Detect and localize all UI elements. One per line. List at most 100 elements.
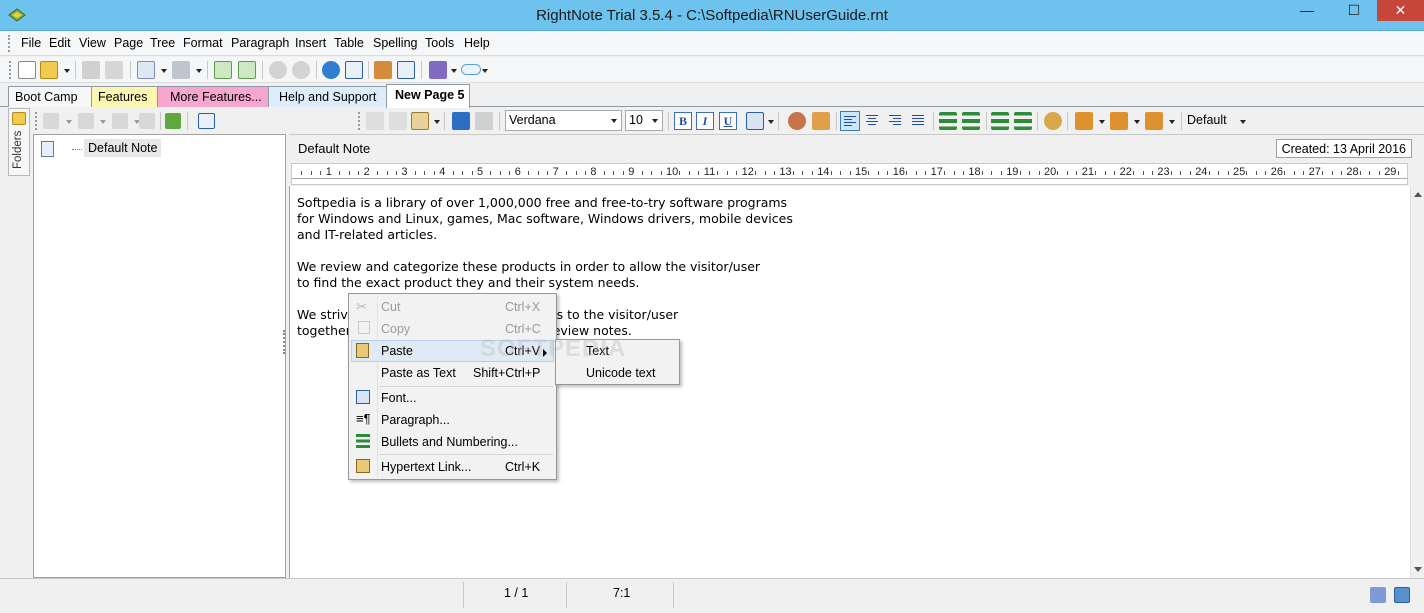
- menu-paragraph[interactable]: Paragraph: [231, 36, 289, 50]
- close-button[interactable]: ✕: [1377, 0, 1424, 21]
- menu-format[interactable]: Format: [183, 36, 223, 50]
- cloud-icon[interactable]: [461, 64, 481, 75]
- import-icon[interactable]: [214, 61, 232, 79]
- menu-item-cut[interactable]: ✂ Cut Ctrl+X: [351, 296, 554, 318]
- style-a-dropdown-icon[interactable]: [1099, 120, 1105, 124]
- menu-help[interactable]: Help: [464, 36, 490, 50]
- style-dropdown-icon[interactable]: [1240, 120, 1246, 124]
- menu-insert[interactable]: Insert: [295, 36, 326, 50]
- align-left-button[interactable]: [840, 111, 860, 131]
- lock-icon[interactable]: [105, 61, 123, 79]
- menu-tree[interactable]: Tree: [150, 36, 175, 50]
- menu-item-font[interactable]: Font...: [351, 387, 554, 409]
- menu-page[interactable]: Page: [114, 36, 143, 50]
- menu-item-hyperlink[interactable]: Hypertext Link... Ctrl+K: [351, 456, 554, 478]
- minimize-button[interactable]: —: [1284, 0, 1330, 21]
- menu-spelling[interactable]: Spelling: [373, 36, 417, 50]
- tag-icon[interactable]: [429, 61, 447, 79]
- scroll-up-icon[interactable]: [1414, 192, 1422, 197]
- menu-table[interactable]: Table: [334, 36, 364, 50]
- bullets-icon[interactable]: [939, 112, 957, 130]
- align-center-button[interactable]: [863, 111, 883, 131]
- settings-icon[interactable]: [374, 61, 392, 79]
- ruler-tick: [1066, 171, 1068, 175]
- ruler-number: 24: [1195, 166, 1208, 178]
- back-icon[interactable]: [269, 61, 287, 79]
- maximize-button[interactable]: ☐: [1331, 0, 1377, 21]
- numbering-icon[interactable]: [962, 112, 980, 130]
- search-icon[interactable]: [322, 61, 340, 79]
- add-child-icon[interactable]: [78, 113, 94, 129]
- paste-dropdown-icon[interactable]: [434, 120, 440, 124]
- add-child-dropdown-icon[interactable]: [100, 120, 106, 124]
- folders-tab[interactable]: Folders: [8, 108, 30, 176]
- style-a-icon[interactable]: [1075, 112, 1093, 130]
- menu-edit[interactable]: Edit: [49, 36, 71, 50]
- print-preview-icon[interactable]: [137, 61, 155, 79]
- tree-item-default-note[interactable]: Default Note: [84, 139, 162, 157]
- preview-dropdown-icon[interactable]: [161, 69, 167, 73]
- print-dropdown-icon[interactable]: [196, 69, 202, 73]
- scroll-down-icon[interactable]: [1414, 567, 1422, 572]
- view-panel-icon[interactable]: [345, 61, 363, 79]
- paint-icon[interactable]: [1044, 112, 1062, 130]
- paste-icon[interactable]: [411, 112, 429, 130]
- font-name-select[interactable]: Verdana: [505, 110, 622, 131]
- panel-splitter[interactable]: [283, 330, 287, 354]
- style-b-dropdown-icon[interactable]: [1134, 120, 1140, 124]
- underline-button[interactable]: U: [719, 112, 737, 130]
- submenu-item-unicode-text[interactable]: Unicode text: [586, 366, 655, 380]
- filter-icon[interactable]: [165, 113, 181, 129]
- save-icon[interactable]: [82, 61, 100, 79]
- export-icon[interactable]: [238, 61, 256, 79]
- tag-dropdown-icon[interactable]: [451, 69, 457, 73]
- spellcheck-icon[interactable]: [812, 112, 830, 130]
- font-style-icon[interactable]: [746, 112, 764, 130]
- highlight-icon[interactable]: [788, 112, 806, 130]
- add-node-dropdown-icon[interactable]: [66, 120, 72, 124]
- delete-node-icon[interactable]: [139, 113, 155, 129]
- font-style-dropdown-icon[interactable]: [768, 120, 774, 124]
- vertical-scrollbar[interactable]: [1410, 186, 1424, 578]
- justify-button[interactable]: [909, 111, 929, 131]
- decrease-indent-icon[interactable]: [991, 112, 1009, 130]
- italic-button[interactable]: I: [696, 112, 714, 130]
- menu-item-bullets[interactable]: Bullets and Numbering...: [351, 431, 554, 453]
- tab-more-features[interactable]: More Features...: [157, 86, 271, 107]
- tag-status-icon[interactable]: [1370, 587, 1386, 603]
- tree-view-icon[interactable]: [198, 113, 215, 129]
- notes-status-icon[interactable]: [1394, 587, 1410, 603]
- open-dropdown-icon[interactable]: [64, 69, 70, 73]
- new-file-icon[interactable]: [18, 61, 36, 79]
- menu-tools[interactable]: Tools: [425, 36, 454, 50]
- copy-icon[interactable]: [389, 112, 407, 130]
- tab-boot-camp[interactable]: Boot Camp: [8, 86, 93, 107]
- menu-item-paste-as-text[interactable]: Paste as Text Shift+Ctrl+P: [351, 362, 554, 384]
- increase-indent-icon[interactable]: [1014, 112, 1032, 130]
- tab-new-page-5[interactable]: New Page 5: [386, 84, 470, 108]
- cloud-dropdown-icon[interactable]: [482, 69, 488, 73]
- tab-help-and-support[interactable]: Help and Support: [268, 86, 388, 107]
- cut-icon[interactable]: [366, 112, 384, 130]
- add-node-icon[interactable]: [43, 113, 59, 129]
- forward-icon[interactable]: [292, 61, 310, 79]
- tab-features[interactable]: Features: [91, 86, 161, 107]
- window-icon[interactable]: [397, 61, 415, 79]
- style-c-dropdown-icon[interactable]: [1169, 120, 1175, 124]
- menu-view[interactable]: View: [79, 36, 106, 50]
- font-size-select[interactable]: 10: [625, 110, 663, 131]
- ruler-tick: [1104, 171, 1106, 175]
- style-c-icon[interactable]: [1145, 112, 1163, 130]
- undo-icon[interactable]: [452, 112, 470, 130]
- ruler[interactable]: 1 2 3 4 5 6 7 8 9 10 11 12 13 14 15 16 17 18 19 20 21 22 23 24 2…: [291, 163, 1408, 185]
- redo-icon[interactable]: [475, 112, 493, 130]
- move-node-icon[interactable]: [112, 113, 128, 129]
- align-right-button[interactable]: [886, 111, 906, 131]
- paragraph-style-select[interactable]: Default: [1187, 113, 1227, 127]
- open-folder-icon[interactable]: [40, 61, 58, 79]
- print-icon[interactable]: [172, 61, 190, 79]
- style-b-icon[interactable]: [1110, 112, 1128, 130]
- bold-button[interactable]: B: [674, 112, 692, 130]
- menu-file[interactable]: File: [21, 36, 41, 50]
- menu-item-paragraph[interactable]: ≡¶ Paragraph...: [351, 409, 554, 431]
